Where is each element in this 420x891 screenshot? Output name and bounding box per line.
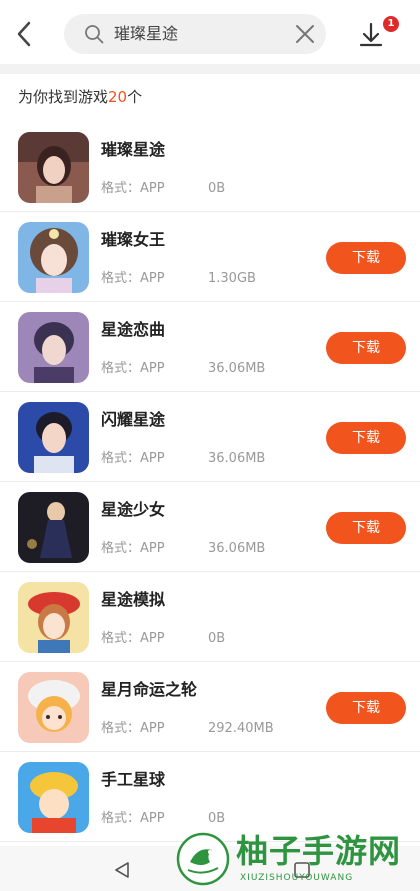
list-item[interactable]: 璀璨女王 格式：APP 1.30GB 下载: [0, 212, 420, 302]
list-item[interactable]: 星途少女 格式：APP 36.06MB 下载: [0, 482, 420, 572]
section-divider: [0, 64, 420, 74]
download-button[interactable]: 下载: [326, 692, 406, 724]
result-count: 20: [108, 88, 128, 106]
top-bar: 璀璨星途 1: [0, 0, 420, 64]
game-name[interactable]: 璀璨女王: [101, 228, 165, 252]
list-item[interactable]: 闪耀星途 格式：APP 36.06MB 下载: [0, 392, 420, 482]
game-cover-image[interactable]: [18, 132, 89, 203]
list-item[interactable]: 星月命运之轮 格式：APP 292.40MB 下载: [0, 662, 420, 752]
back-button[interactable]: [8, 16, 40, 52]
game-name[interactable]: 璀璨星途: [101, 138, 165, 162]
bird-logo-icon: [176, 832, 230, 886]
nav-back-icon[interactable]: [112, 860, 132, 880]
download-button[interactable]: 下载: [326, 332, 406, 364]
search-box[interactable]: 璀璨星途: [64, 14, 326, 54]
game-name[interactable]: 星途少女: [101, 498, 165, 522]
game-format: 格式：APP: [101, 451, 165, 466]
game-name[interactable]: 闪耀星途: [101, 408, 165, 432]
game-cover-image[interactable]: [18, 402, 89, 473]
game-name[interactable]: 星途恋曲: [101, 318, 165, 342]
game-cover-image[interactable]: [18, 312, 89, 383]
game-size: 1.30GB: [208, 271, 256, 286]
game-name[interactable]: 手工星球: [101, 768, 165, 792]
game-size: 292.40MB: [208, 721, 274, 736]
search-input[interactable]: 璀璨星途: [114, 14, 178, 54]
game-format: 格式：APP: [101, 631, 165, 646]
game-size: 36.06MB: [208, 361, 266, 376]
watermark-subtitle: XIUZISHOUYOUWANG: [240, 873, 354, 883]
download-count-badge: 1: [383, 16, 399, 32]
clear-search-icon[interactable]: [294, 23, 316, 45]
game-list: 璀璨星途 格式：APP 0B 璀璨女王 格式：APP 1.30GB 下载 星途恋…: [0, 122, 420, 842]
game-size: 0B: [208, 631, 226, 646]
download-button[interactable]: 下载: [326, 512, 406, 544]
game-size: 36.06MB: [208, 541, 266, 556]
game-size: 0B: [208, 181, 226, 196]
game-format: 格式：APP: [101, 541, 165, 556]
game-cover-image[interactable]: [18, 492, 89, 563]
site-watermark: 柚子手游网 XIUZISHOUYOUWANG: [170, 826, 420, 891]
watermark-title: 柚子手游网: [236, 832, 402, 870]
game-cover-image[interactable]: [18, 582, 89, 653]
game-cover-image[interactable]: [18, 222, 89, 293]
list-item[interactable]: 星途恋曲 格式：APP 36.06MB 下载: [0, 302, 420, 392]
result-summary: 为你找到游戏20个: [18, 86, 142, 108]
game-format: 格式：APP: [101, 271, 165, 286]
game-format: 格式：APP: [101, 361, 165, 376]
download-button[interactable]: 下载: [326, 422, 406, 454]
game-format: 格式：APP: [101, 721, 165, 736]
game-cover-image[interactable]: [18, 762, 89, 833]
game-format: 格式：APP: [101, 181, 165, 196]
game-name[interactable]: 星途模拟: [101, 588, 165, 612]
game-size: 36.06MB: [208, 451, 266, 466]
result-suffix: 个: [127, 88, 143, 106]
list-item[interactable]: 璀璨星途 格式：APP 0B: [0, 122, 420, 212]
result-prefix: 为你找到游戏: [18, 88, 109, 106]
chevron-left-icon: [17, 21, 31, 47]
list-item[interactable]: 星途模拟 格式：APP 0B: [0, 572, 420, 662]
download-button[interactable]: 下载: [326, 242, 406, 274]
game-cover-image[interactable]: [18, 672, 89, 743]
game-format: 格式：APP: [101, 811, 165, 826]
game-name[interactable]: 星月命运之轮: [101, 678, 197, 702]
search-icon: [85, 25, 104, 44]
